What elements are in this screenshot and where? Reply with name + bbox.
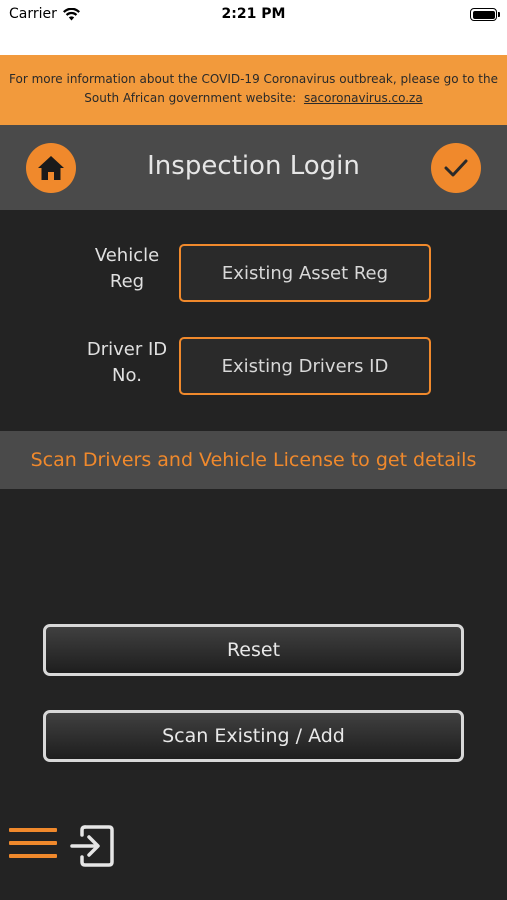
- reset-button[interactable]: Reset: [43, 624, 464, 676]
- confirm-button[interactable]: [431, 143, 481, 193]
- driver-label-line2: No.: [112, 365, 142, 386]
- covid-banner: For more information about the COVID-19 …: [0, 55, 507, 125]
- scan-info-text: Scan Drivers and Vehicle License to get …: [30, 449, 477, 471]
- scan-existing-add-label: Scan Existing / Add: [162, 725, 345, 747]
- scan-existing-add-button[interactable]: Scan Existing / Add: [43, 710, 464, 762]
- vehicle-reg-label: Vehicle Reg: [72, 243, 182, 295]
- checkmark-icon: [444, 159, 468, 177]
- driver-id-input[interactable]: Existing Drivers ID: [179, 337, 431, 395]
- vehicle-label-line1: Vehicle: [94, 245, 160, 266]
- vehicle-reg-placeholder: Existing Asset Reg: [221, 262, 389, 284]
- driver-id-label: Driver ID No.: [72, 337, 182, 389]
- status-time: 2:21 PM: [221, 6, 286, 22]
- scan-info-strip[interactable]: Scan Drivers and Vehicle License to get …: [0, 431, 507, 489]
- hamburger-menu-icon[interactable]: [9, 828, 57, 864]
- battery-icon: [470, 8, 500, 21]
- banner-text: South African government website:: [84, 91, 297, 105]
- banner-link[interactable]: sacoronavirus.co.za: [304, 91, 423, 105]
- reset-button-label: Reset: [226, 639, 281, 661]
- vehicle-label-line2: Reg: [109, 271, 145, 292]
- status-bar: Carrier 2:21 PM: [0, 0, 507, 55]
- banner-text-line1: For more information about the COVID-19 …: [9, 72, 498, 86]
- logout-icon[interactable]: [69, 823, 115, 869]
- driver-id-placeholder: Existing Drivers ID: [221, 355, 389, 377]
- header-bar: Inspection Login: [0, 125, 507, 210]
- driver-label-line1: Driver ID: [86, 339, 168, 360]
- banner-text-line2: South African government website: sacoro…: [0, 89, 507, 108]
- vehicle-reg-input[interactable]: Existing Asset Reg: [179, 244, 431, 302]
